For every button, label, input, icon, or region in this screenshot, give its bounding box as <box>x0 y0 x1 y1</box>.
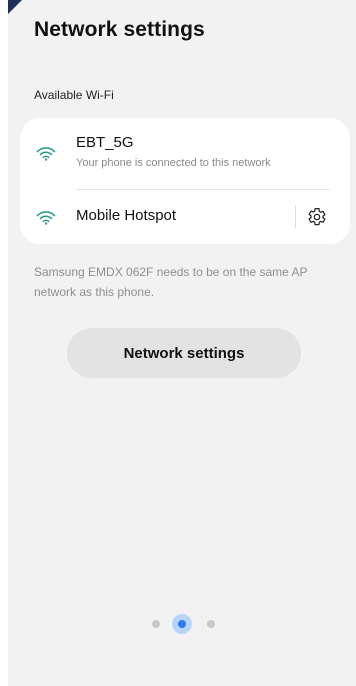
hotspot-settings-button[interactable] <box>304 204 330 230</box>
network-name: EBT_5G <box>76 134 134 151</box>
network-connection-status: Your phone is connected to this network <box>76 157 271 169</box>
wifi-icon <box>36 147 56 161</box>
corner-mark <box>8 0 22 14</box>
gear-icon <box>308 208 326 226</box>
wifi-network-list: EBT_5G Your phone is connected to this n… <box>20 118 350 244</box>
wifi-icon <box>36 211 56 225</box>
page-title: Network settings <box>34 18 205 41</box>
page-indicator <box>8 612 356 636</box>
wifi-network-mobile-hotspot[interactable]: Mobile Hotspot <box>20 190 350 244</box>
page-dot-1 <box>152 620 160 628</box>
page-dot-3 <box>207 620 215 628</box>
network-name: Mobile Hotspot <box>76 207 177 224</box>
vertical-divider <box>295 206 296 228</box>
page-dot-2-active <box>172 614 192 634</box>
wifi-network-ebt-5g[interactable]: EBT_5G Your phone is connected to this n… <box>20 118 350 190</box>
section-label-available-wifi: Available Wi-Fi <box>34 88 114 102</box>
app-screen: Network settings Available Wi-Fi EBT_5G … <box>8 0 356 686</box>
network-settings-button[interactable]: Network settings <box>67 328 301 378</box>
same-network-info: Samsung EMDX 062F needs to be on the sam… <box>34 265 308 299</box>
